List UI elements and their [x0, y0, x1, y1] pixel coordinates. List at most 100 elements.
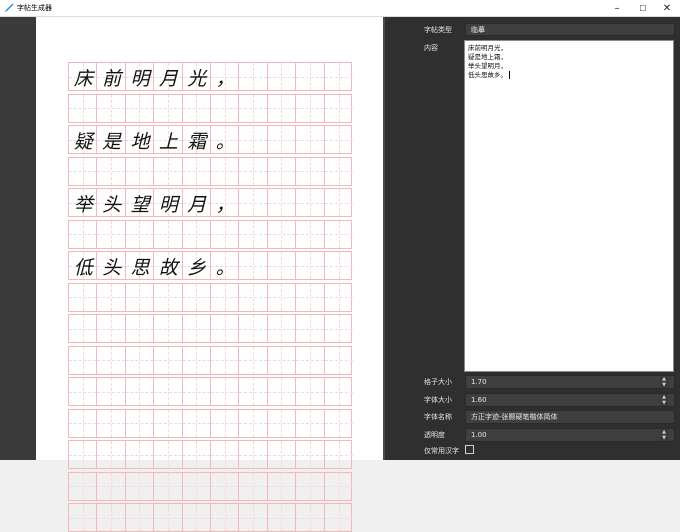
- opacity-spin-arrows[interactable]: ▲ ▼: [660, 429, 668, 441]
- maximize-button[interactable]: ☐: [630, 0, 656, 17]
- grid-cell: [211, 378, 240, 405]
- grid-cell: [182, 346, 211, 374]
- grid-cell: [69, 409, 98, 437]
- grid-cell: [296, 189, 325, 216]
- grid-cell: [97, 504, 126, 531]
- grid-cell: [296, 63, 325, 90]
- grid-cell: [239, 189, 268, 216]
- grid-cell: [211, 94, 240, 122]
- grid-cell: [296, 378, 325, 405]
- grid-cell: [239, 220, 268, 248]
- grid-cell: [154, 220, 183, 248]
- brush-icon: [5, 3, 14, 12]
- window-title: 字帖生成器: [17, 4, 52, 12]
- grid-cell: [211, 315, 240, 342]
- grid-cell: [324, 189, 354, 216]
- grid-cell: [296, 472, 325, 500]
- copybook-character: 头: [102, 194, 122, 216]
- grid-cell: [154, 315, 183, 342]
- text-caret: [509, 71, 510, 79]
- grid-cell: [125, 220, 155, 248]
- grid-cell: [69, 283, 98, 311]
- copybook-character: 上: [158, 131, 178, 153]
- grid-cell: [267, 126, 297, 153]
- copybook-character: ，: [215, 68, 235, 90]
- grid-row: [68, 503, 354, 532]
- grid-cell: [211, 504, 240, 531]
- grid-cell: [125, 94, 155, 122]
- grid-cell: [267, 346, 297, 374]
- grid-size-spin-arrows[interactable]: ▲ ▼: [660, 376, 668, 388]
- grid-cell: [182, 157, 211, 185]
- font-size-label: 字体大小: [424, 396, 452, 404]
- grid-cell: [182, 220, 211, 248]
- grid-cell: [182, 409, 211, 437]
- minimize-button[interactable]: –: [604, 0, 630, 17]
- grid-cell: [154, 472, 183, 500]
- grid-cell: [296, 252, 325, 279]
- grid-cell: [267, 504, 297, 531]
- grid-cell: [69, 472, 98, 500]
- grid-cell: [324, 504, 354, 531]
- copybook-character: 举: [73, 194, 93, 216]
- grid-cell: [324, 315, 354, 342]
- copybook-character: 前: [102, 68, 122, 90]
- grid-cell: [211, 472, 240, 500]
- grid-cell: [296, 441, 325, 468]
- grid-cell: [267, 378, 297, 405]
- grid-cell: [296, 346, 325, 374]
- grid-cell: [211, 220, 240, 248]
- content-line: 低头思故乡。: [468, 71, 670, 80]
- grid-cell: [211, 409, 240, 437]
- close-button[interactable]: ✕: [654, 0, 680, 17]
- copybook-character: 乡: [187, 257, 207, 279]
- copybook-character: 头: [102, 257, 122, 279]
- grid-cell: [97, 283, 126, 311]
- grid-cell: [267, 315, 297, 342]
- opacity-value: 1.00: [471, 431, 487, 439]
- grid-cell: [324, 252, 354, 279]
- grid-cell: [182, 94, 211, 122]
- grid-cell: [239, 283, 268, 311]
- grid-cell: [211, 157, 240, 185]
- grid-cell: [125, 409, 155, 437]
- grid-cell: [267, 252, 297, 279]
- grid-cell: [239, 315, 268, 342]
- grid-cell: [296, 157, 325, 185]
- copybook-character: 月: [158, 68, 178, 90]
- grid-cell: [69, 346, 98, 374]
- copybook-character: 疑: [73, 131, 93, 153]
- grid-cell: [267, 94, 297, 122]
- type-select[interactable]: 临摹: [465, 23, 675, 36]
- grid-cell: [154, 283, 183, 311]
- grid-cell: [97, 441, 126, 468]
- grid-cell: [154, 504, 183, 531]
- font-size-spin-arrows[interactable]: ▲ ▼: [660, 394, 668, 406]
- copybook-character: 光: [187, 68, 207, 90]
- content-textarea[interactable]: 床前明月光， 疑是地上霜， 举头望明月， 低头思故乡。: [464, 40, 674, 372]
- copybook-character: 低: [73, 257, 93, 279]
- grid-cell: [239, 126, 268, 153]
- grid-size-spinbox[interactable]: 1.70 ▲ ▼: [465, 375, 675, 389]
- copybook-character: 。: [215, 257, 235, 279]
- grid-cell: [296, 94, 325, 122]
- grid-cell: [324, 220, 354, 248]
- grid-cell: [267, 409, 297, 437]
- copybook-character: 望: [130, 194, 150, 216]
- grid-cell: [324, 441, 354, 468]
- grid-row: [68, 219, 354, 249]
- grid-cell: [125, 504, 155, 531]
- grid-cell: [97, 346, 126, 374]
- copybook-character: 霜: [187, 131, 207, 153]
- font-size-spinbox[interactable]: 1.60 ▲ ▼: [465, 393, 675, 407]
- grid-cell: [97, 315, 126, 342]
- grid-cell: [125, 441, 155, 468]
- grid-cell: [296, 283, 325, 311]
- common-only-checkbox[interactable]: [465, 445, 474, 454]
- grid-row: [68, 282, 354, 312]
- grid-cell: [239, 441, 268, 468]
- opacity-spinbox[interactable]: 1.00 ▲ ▼: [465, 428, 675, 442]
- type-label: 字帖类型: [424, 26, 452, 34]
- grid-size-label: 格子大小: [424, 378, 452, 386]
- font-name-select[interactable]: 方正字迹-张颢硬笔楷体简体: [465, 410, 675, 424]
